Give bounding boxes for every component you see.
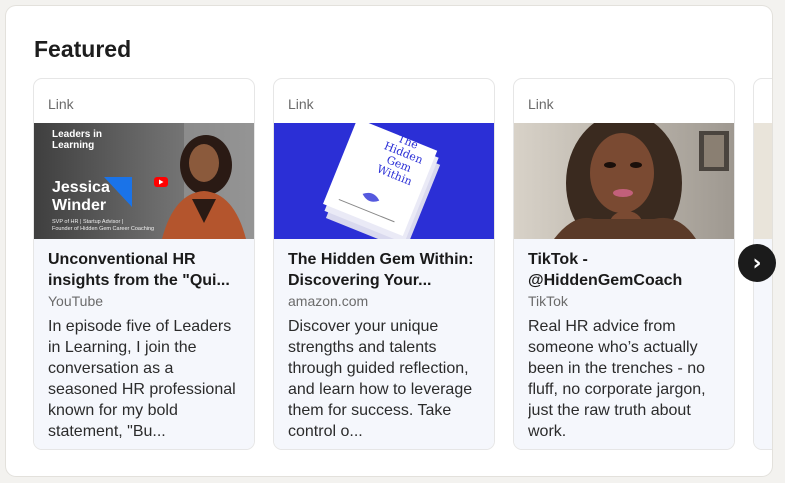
featured-card-tiktok[interactable]: Link TikTok - @HiddenGemCoach TikTok Rea…	[513, 78, 735, 450]
card-body: Unconventional HR insights from the "Qui…	[34, 239, 254, 449]
card-source: YouTube	[48, 293, 104, 309]
chevron-right-icon: ›	[752, 250, 762, 276]
card-kind-label: Link	[288, 96, 314, 112]
thumbnail-caption: SVP of HR | Startup Advisor | Founder of…	[52, 219, 155, 232]
card-kind-label: Link	[48, 96, 74, 112]
card-title[interactable]: The Hidden Gem Within: Discovering Your.…	[288, 249, 482, 291]
card-description: In episode five of Leaders in Learning, …	[48, 318, 236, 440]
card-body: TikTok - @HiddenGemCoach TikTok Real HR …	[514, 239, 734, 449]
card-title[interactable]: Unconventional HR insights from the "Qui…	[48, 249, 242, 291]
featured-card-youtube[interactable]: Link Leaders in Learning Jessica Winder …	[33, 78, 255, 450]
profile-video-image	[514, 123, 734, 239]
card-thumbnail[interactable]: The Hidden Gem Within	[274, 123, 494, 239]
card-description: Real HR advice from someone who’s actual…	[528, 318, 706, 440]
card-body: The Hidden Gem Within: Discovering Your.…	[274, 239, 494, 449]
section-title: Featured	[34, 36, 132, 62]
featured-section: Featured Link Leaders in Learning Jessic…	[6, 6, 772, 476]
card-title[interactable]: TikTok - @HiddenGemCoach	[528, 249, 722, 291]
card-thumbnail	[754, 123, 772, 239]
carousel-next-button[interactable]: ›	[738, 244, 776, 282]
thumbnail-name: Jessica Winder	[52, 179, 110, 214]
card-source: TikTok	[528, 293, 568, 309]
card-source: amazon.com	[288, 293, 369, 309]
card-description: Discover your unique strengths and talen…	[288, 318, 473, 440]
thumbnail-brand: Leaders in Learning	[52, 129, 103, 151]
card-thumbnail[interactable]: Leaders in Learning Jessica Winder SVP o…	[34, 123, 254, 239]
featured-card-amazon[interactable]: Link The Hidden Gem Within The Hidden Ge…	[273, 78, 495, 450]
card-thumbnail[interactable]	[514, 123, 734, 239]
card-kind-label: Link	[528, 96, 554, 112]
